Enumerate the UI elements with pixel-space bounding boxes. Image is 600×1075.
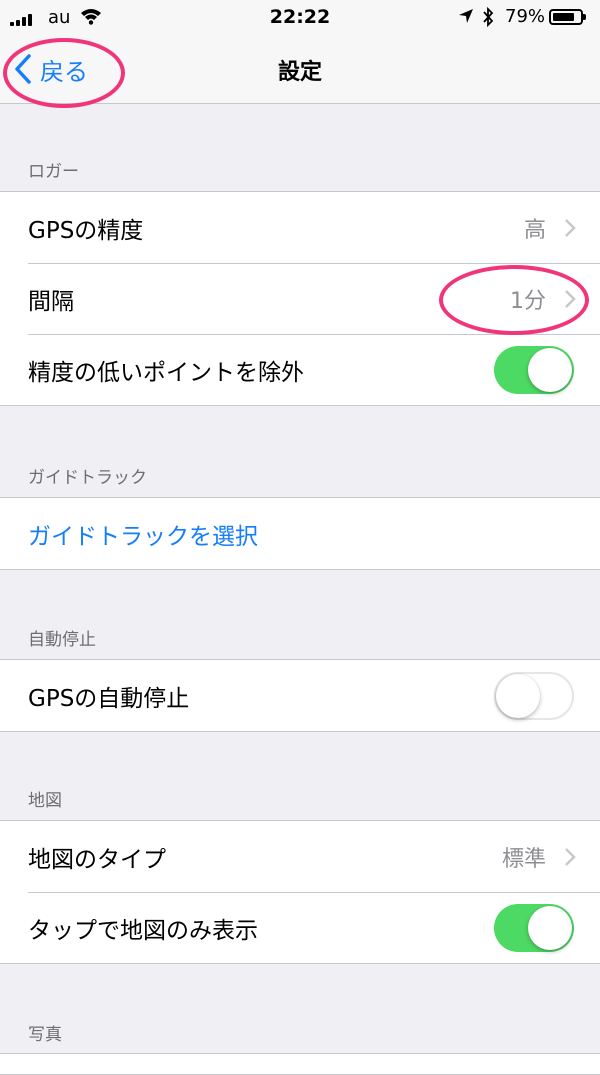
logger-group: GPSの精度 高 間隔 1分 精度の低いポイントを除外	[0, 191, 600, 406]
battery-icon	[549, 9, 586, 25]
map-type-label: 地図のタイプ	[28, 846, 166, 873]
navigation-bar: 戻る 設定	[0, 36, 600, 104]
auto-stop-group: GPSの自動停止	[0, 659, 600, 732]
exclude-low-accuracy-toggle[interactable]	[494, 345, 574, 394]
section-header-auto-stop: 自動停止	[28, 630, 96, 650]
photo-group	[0, 1053, 600, 1075]
section-header-map: 地図	[28, 791, 62, 811]
exclude-low-accuracy-row: 精度の低いポイントを除外	[0, 334, 600, 405]
gps-auto-stop-label: GPSの自動停止	[28, 685, 190, 712]
gps-accuracy-label: GPSの精度	[28, 217, 144, 244]
gps-auto-stop-toggle[interactable]	[494, 671, 574, 720]
interval-label: 間隔	[28, 288, 74, 315]
select-guide-track-link[interactable]: ガイドトラックを選択	[28, 517, 258, 551]
battery-percentage: 79%	[505, 6, 546, 27]
chevron-right-icon	[565, 219, 576, 237]
bluetooth-icon	[483, 6, 494, 28]
interval-row[interactable]: 間隔 1分	[0, 263, 600, 334]
select-guide-track-row[interactable]: ガイドトラックを選択	[0, 498, 600, 569]
chevron-right-icon	[565, 848, 576, 866]
tap-map-only-label: タップで地図のみ表示	[28, 917, 258, 944]
gps-accuracy-row[interactable]: GPSの精度 高	[0, 192, 600, 263]
section-header-logger: ロガー	[28, 162, 79, 182]
map-type-value: 標準	[501, 846, 546, 872]
status-bar: au 22:22 79%	[0, 0, 600, 36]
tap-map-only-row: タップで地図のみ表示	[0, 892, 600, 963]
gps-accuracy-value: 高	[523, 217, 546, 243]
gps-auto-stop-row: GPSの自動停止	[0, 660, 600, 731]
tap-map-only-toggle[interactable]	[494, 903, 574, 952]
section-header-guide-track: ガイドトラック	[28, 468, 147, 488]
map-group: 地図のタイプ 標準 タップで地図のみ表示	[0, 820, 600, 964]
guide-track-group: ガイドトラックを選択	[0, 497, 600, 570]
map-type-row[interactable]: 地図のタイプ 標準	[0, 821, 600, 892]
location-arrow-icon	[459, 9, 473, 23]
exclude-low-accuracy-label: 精度の低いポイントを除外	[28, 359, 304, 386]
page-title: 設定	[277, 60, 322, 85]
interval-value: 1分	[510, 288, 546, 314]
chevron-right-icon	[565, 290, 576, 308]
section-header-photo: 写真	[28, 1025, 62, 1045]
